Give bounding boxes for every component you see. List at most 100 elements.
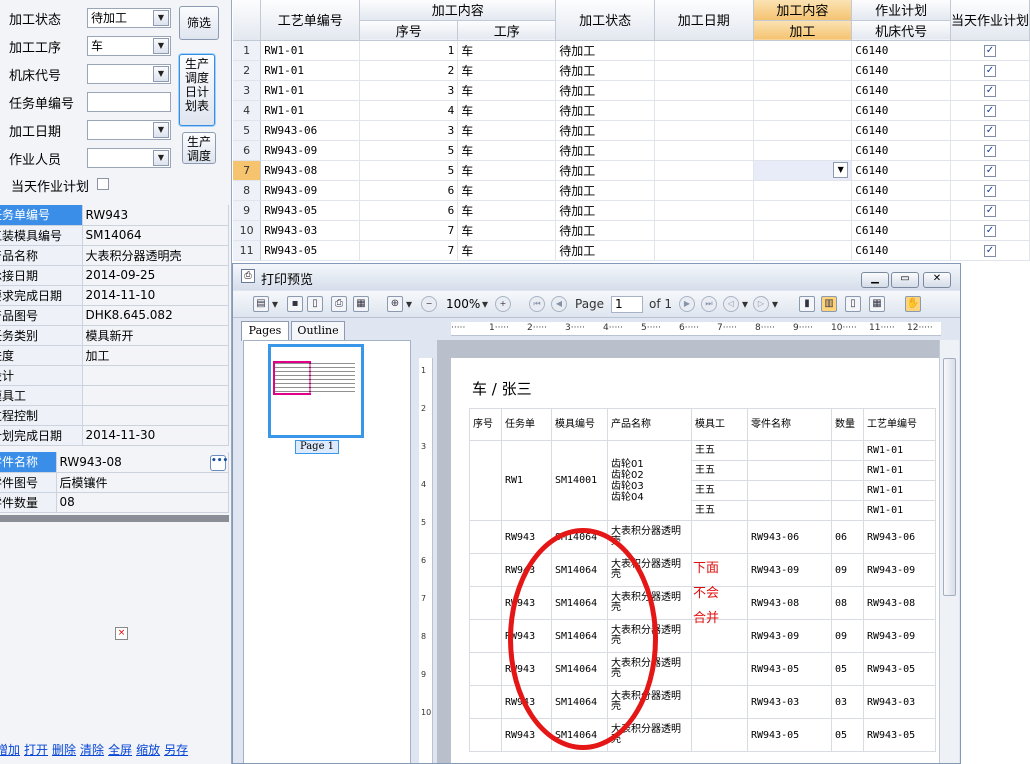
chevron-down-icon[interactable]: ▼ — [153, 150, 169, 166]
row-number[interactable]: 1 — [233, 40, 262, 61]
two-page-icon[interactable]: ▯ — [845, 296, 861, 312]
cell-machine[interactable]: C6140 — [851, 40, 951, 61]
property-value[interactable]: 大表积分器透明壳 — [82, 245, 229, 266]
property-value[interactable]: 模具新开 — [82, 325, 229, 346]
cell-today[interactable]: ✓ — [950, 200, 1030, 221]
cell-date[interactable] — [654, 180, 754, 201]
cell-machine[interactable]: C6140 — [851, 60, 951, 81]
cell-process-order[interactable]: RW943-08 — [260, 160, 361, 181]
cell-op[interactable]: 车 — [457, 40, 557, 61]
zoom-plus-icon[interactable]: + — [495, 296, 511, 312]
cell-today[interactable]: ✓ — [950, 80, 1030, 101]
cell-seq[interactable]: 6 — [359, 200, 459, 221]
cell-today[interactable]: ✓ — [950, 160, 1030, 181]
cell-seq[interactable]: 1 — [359, 40, 459, 61]
property-row[interactable]: 进度加工 — [0, 345, 229, 366]
cell-seq[interactable]: 7 — [359, 220, 459, 241]
page-icon[interactable]: ▯ — [307, 296, 323, 312]
row-number[interactable]: 4 — [233, 100, 262, 121]
table-row[interactable]: 9 RW943-05 6 车待加工 C6140 ✓ — [233, 200, 1030, 221]
cell-machine[interactable]: C6140 — [851, 120, 951, 141]
tab-outline[interactable]: Outline — [291, 321, 345, 340]
print-setup-icon[interactable]: ▦ — [353, 296, 369, 312]
row-number[interactable]: 5 — [233, 120, 262, 141]
worker-select[interactable]: ▼ — [87, 148, 171, 168]
cell-process-order[interactable]: RW943-05 — [260, 200, 361, 221]
property-row[interactable]: 工装模具编号SM14064 — [0, 225, 229, 246]
scrollbar-thumb[interactable] — [943, 358, 956, 596]
cell-process-order[interactable]: RW943-09 — [260, 140, 361, 161]
property-value[interactable]: 2014-09-25 — [82, 265, 229, 286]
property-row[interactable]: 要求完成日期2014-11-10 — [0, 285, 229, 306]
property-row[interactable]: 承接日期2014-09-25 — [0, 265, 229, 286]
cell-op[interactable]: 车 — [457, 240, 557, 261]
last-page-icon[interactable]: ⏭ — [701, 296, 717, 312]
cell-content[interactable] — [753, 40, 853, 61]
table-row[interactable]: 11 RW943-05 7 车待加工 C6140 ✓ — [233, 240, 1030, 261]
cell-status[interactable]: 待加工 — [555, 180, 655, 201]
cell-content[interactable] — [753, 200, 853, 221]
cell-seq[interactable]: 3 — [359, 80, 459, 101]
single-page-icon[interactable]: ▮ — [799, 296, 815, 312]
machine-select[interactable]: ▼ — [87, 64, 171, 84]
property-value[interactable]: 2014-11-30 — [82, 425, 229, 446]
page-thumbnail[interactable] — [268, 344, 364, 438]
cell-date[interactable] — [654, 100, 754, 121]
cell-op[interactable]: 车 — [457, 100, 557, 121]
header-today[interactable]: 当天作业计划 — [950, 0, 1030, 41]
cell-content[interactable] — [753, 60, 853, 81]
header-date[interactable]: 加工日期 — [654, 0, 754, 41]
header-seq[interactable]: 序号 — [359, 20, 459, 41]
property-value[interactable]: RW943 — [82, 205, 229, 226]
cell-process-order[interactable]: RW1-01 — [260, 100, 361, 121]
zoom-out-icon[interactable]: − — [421, 296, 437, 312]
cell-process-order[interactable]: RW943-05 — [260, 240, 361, 261]
today-checkbox[interactable]: ✓ — [983, 185, 996, 197]
zoom-value[interactable]: 100% — [446, 296, 480, 313]
property-row[interactable]: 过程控制 — [0, 405, 229, 426]
cell-op[interactable]: 车 — [457, 140, 557, 161]
cell-seq[interactable]: 6 — [359, 180, 459, 201]
property-value[interactable]: 后模镶件 — [56, 472, 229, 493]
cell-today[interactable]: ✓ — [950, 60, 1030, 81]
cell-content[interactable] — [753, 100, 853, 121]
header-status[interactable]: 加工状态 — [555, 0, 655, 41]
chevron-down-icon[interactable]: ▾ — [405, 296, 413, 313]
table-row[interactable]: 3 RW1-01 3 车待加工 C6140 ✓ — [233, 80, 1030, 101]
hand-tool-icon[interactable]: ✋ — [905, 296, 921, 312]
window-titlebar[interactable]: ⎙ 打印预览 ▁ ▭ ✕ — [233, 264, 960, 290]
cell-machine[interactable]: C6140 — [851, 80, 951, 101]
header-op[interactable]: 工序 — [457, 20, 557, 41]
cell-process-order[interactable]: RW943-09 — [260, 180, 361, 201]
cell-status[interactable]: 待加工 — [555, 80, 655, 101]
cell-status[interactable]: 待加工 — [555, 200, 655, 221]
first-page-icon[interactable]: ⏮ — [529, 296, 545, 312]
splitter[interactable] — [0, 515, 229, 522]
cell-machine[interactable]: C6140 — [851, 240, 951, 261]
cell-status[interactable]: 待加工 — [555, 240, 655, 261]
cell-date[interactable] — [654, 60, 754, 81]
page-number-input[interactable]: 1 — [611, 296, 643, 313]
date-select[interactable]: ▼ — [87, 120, 171, 140]
daily-plan-button[interactable]: 生产调度日计划表 — [179, 54, 215, 126]
property-value[interactable] — [82, 385, 229, 406]
filter-button[interactable]: 筛选 — [179, 6, 219, 40]
today-checkbox[interactable]: ✓ — [983, 65, 996, 77]
cell-machine[interactable]: C6140 — [851, 140, 951, 161]
cell-today[interactable]: ✓ — [950, 40, 1030, 61]
property-row[interactable]: 计划完成日期2014-11-30 — [0, 425, 229, 446]
save-icon[interactable]: ▪ — [287, 296, 303, 312]
cell-op[interactable]: 车 — [457, 220, 557, 241]
today-checkbox[interactable]: ✓ — [983, 165, 996, 177]
today-checkbox[interactable]: ✓ — [983, 125, 996, 137]
property-value[interactable]: 加工 — [82, 345, 229, 366]
cell-seq[interactable]: 2 — [359, 60, 459, 81]
today-checkbox[interactable]: ✓ — [983, 145, 996, 157]
multi-page-icon[interactable]: ▦ — [869, 296, 885, 312]
property-value[interactable]: 08 — [56, 492, 229, 513]
header-content[interactable]: 加工 — [753, 20, 853, 41]
cell-date[interactable] — [654, 80, 754, 101]
table-row[interactable]: 7 RW943-08 5 车待加工 ▼ C6140 ✓ — [233, 160, 1030, 181]
cell-op[interactable]: 车 — [457, 200, 557, 221]
cell-today[interactable]: ✓ — [950, 100, 1030, 121]
